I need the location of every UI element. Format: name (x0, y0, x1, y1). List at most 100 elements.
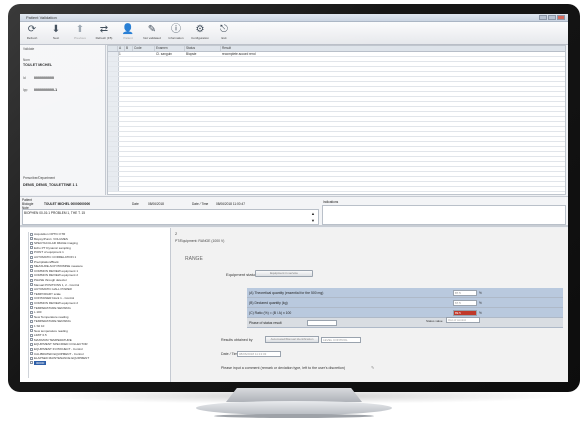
tree-item[interactable]: New Temperature reading (34, 315, 68, 319)
tree-checkbox[interactable] (30, 264, 33, 268)
tree-checkbox[interactable] (30, 273, 33, 277)
equipment-status-button[interactable]: Equipment in service (255, 270, 313, 277)
toolbar-button-4[interactable]: 👤 Patient (116, 22, 140, 44)
tree-checkbox[interactable] (30, 361, 33, 365)
tree-checkbox[interactable] (30, 310, 33, 314)
comment-edit-icon[interactable]: ✎ (371, 365, 374, 370)
tree-checkbox[interactable] (30, 255, 33, 259)
toolbar-button-0[interactable]: ⟳ Refresh (20, 22, 44, 44)
tree-item[interactable]: 00000 (34, 360, 47, 365)
tree-item[interactable]: 1 S0 10 (34, 324, 44, 328)
grid-column-header[interactable]: A (118, 46, 125, 51)
tree-item[interactable]: AUTOMATIC HALL POWER (34, 287, 72, 291)
quantity-row: Phase of status result (247, 318, 563, 328)
table-row[interactable] (108, 187, 565, 192)
tree-item[interactable]: Biopsy/Punct. VOLUMES (34, 237, 68, 241)
tree-item[interactable]: L 100 (34, 310, 41, 314)
tree-checkbox[interactable] (30, 232, 33, 236)
monitor-stand-edge (214, 414, 374, 418)
grid-column-header[interactable]: B (125, 46, 133, 51)
scroll-up-icon[interactable]: ▲ (311, 211, 315, 216)
tree-checkbox[interactable] (30, 324, 33, 328)
tree-checkbox[interactable] (30, 333, 33, 337)
tree-checkbox[interactable] (30, 347, 33, 351)
indications-field[interactable] (322, 205, 566, 225)
close-button[interactable] (557, 15, 565, 20)
tree-checkbox[interactable] (30, 278, 33, 282)
tree-item[interactable]: Manual POSITIONS 1, 2 - Control (34, 283, 79, 287)
tree-checkbox[interactable] (30, 301, 33, 305)
status-value-field[interactable]: Out of control (446, 317, 480, 323)
tree-item[interactable]: Echo PT Dynamic sampling (34, 246, 71, 250)
maximize-button[interactable] (548, 15, 556, 20)
toolbar-button-6[interactable]: ⓘ Information (164, 22, 188, 44)
tree-item[interactable]: PHASE through detector (34, 278, 67, 282)
toolbar-button-8[interactable]: ⎋ Exit (212, 22, 236, 44)
tree-item[interactable]: COMMON REVIEW equipment 1 (34, 269, 78, 273)
quantity-value-field[interactable]: 87.5 (453, 290, 477, 296)
splitter[interactable] (20, 225, 568, 227)
tree-checkbox[interactable] (30, 292, 33, 296)
ipp-label: Ipp (23, 88, 28, 92)
tree-checkbox[interactable] (30, 338, 33, 342)
tree-item[interactable]: MAXIMUM TEMPERATURE (34, 338, 72, 342)
tree-item[interactable]: TEMPORARY scale (34, 292, 61, 296)
tree-item[interactable]: EQUIPMENT IN PROJECT - Control (34, 347, 83, 351)
toolbar-button-5[interactable]: ✎ Not validated (140, 22, 164, 44)
tree-item[interactable]: ELAPSED MAINTENANCE EQUIPMENT (34, 356, 89, 360)
tree-checkbox[interactable] (30, 306, 33, 310)
tree-checkbox[interactable] (30, 319, 33, 323)
test-tree[interactable]: Acquisition OPTIC KTR Biopsy/Punct. VOLUM… (20, 228, 171, 382)
grid-column-header[interactable]: Examen (155, 46, 185, 51)
tree-item[interactable]: COMMON REVIEW equipment 2 (34, 273, 78, 277)
tree-item[interactable]: AUTOMATIC CORRELATION 1 (34, 255, 76, 259)
quantity-value-field[interactable]: 89.5 (453, 310, 477, 316)
prescriber-value: DENIS_DENIS_TOULETTINE 1 1 (23, 183, 78, 187)
toolbar-button-7[interactable]: ⚙ Configuration (188, 22, 212, 44)
grid-column-header[interactable]: Code (133, 46, 155, 51)
tree-item[interactable]: Precipitation/Block (34, 260, 59, 264)
tree-checkbox[interactable] (30, 250, 33, 254)
scroll-down-icon[interactable]: ▼ (311, 218, 315, 223)
tree-checkbox[interactable] (30, 237, 33, 241)
minimize-button[interactable] (539, 15, 547, 20)
tree-checkbox[interactable] (30, 283, 33, 287)
phase-result-field[interactable] (307, 320, 337, 326)
tree-checkbox[interactable] (30, 260, 33, 264)
toolbar-button-1[interactable]: ⬇ Next (44, 22, 68, 44)
tree-item[interactable]: TEMPERATURE SENSING (34, 319, 71, 323)
grid-column-header[interactable]: Result (221, 46, 565, 51)
note-field[interactable]: BIOPHEN 00-01:1 PROBLEM 1, THE T. 15 (22, 209, 319, 225)
detail-panel: 2 PT/Equipment: RANGE (1000 V) RANGE Equ… (171, 228, 568, 382)
tree-item[interactable]: LIMIT 0.5 (34, 333, 47, 337)
grid-column-header[interactable]: Status (185, 46, 221, 51)
toolbar-button-3[interactable]: ⇄ Refresh (F5) (92, 22, 116, 44)
tree-checkbox[interactable] (30, 352, 33, 356)
tree-item[interactable]: CONTAINER block 1 - Control (34, 296, 74, 300)
tree-checkbox[interactable] (30, 329, 33, 333)
tree-checkbox[interactable] (30, 356, 33, 360)
tree-item[interactable]: PIONT of equipment 1 (34, 250, 64, 254)
grid-column-header[interactable] (108, 46, 118, 51)
results-method-button[interactable]: Automated/Manual Identification (265, 336, 319, 343)
tree-item[interactable]: TEMPERATURE SENSING (34, 306, 71, 310)
tree-checkbox[interactable] (30, 315, 33, 319)
tree-item[interactable]: SPECTACULAR IMAGE imaging (34, 241, 78, 245)
tree-checkbox[interactable] (30, 246, 33, 250)
tree-item[interactable]: New temperature reading (34, 329, 68, 333)
tree-item[interactable]: COMMON REVIEW equipment 2 (34, 301, 78, 305)
tree-item[interactable]: CALIBRATED EQUIPMENT - Control (34, 352, 84, 356)
tree-item[interactable]: MEASURE ACP PROMISE measure (34, 264, 83, 268)
datetime-entry-field[interactable]: 08/06/2018 11:13:03 (237, 351, 281, 357)
toolbar-button-2[interactable]: ⬆ Previous (68, 22, 92, 44)
tree-checkbox[interactable] (30, 241, 33, 245)
tree-checkbox[interactable] (30, 269, 33, 273)
tree-checkbox[interactable] (30, 287, 33, 291)
results-field[interactable]: LEVEL CONTROL (321, 337, 361, 343)
tree-checkbox[interactable] (30, 296, 33, 300)
results-grid[interactable]: A B Code Examen Status Result 1 Cl. sanguin Bio… (107, 45, 566, 195)
tree-item[interactable]: EQUIPMENT SPECIFIED COLLECTOR (34, 342, 88, 346)
tree-item[interactable]: Acquisition OPTIC KTR (34, 232, 65, 236)
tree-checkbox[interactable] (30, 342, 33, 346)
quantity-value-field[interactable]: 67.5 (453, 300, 477, 306)
